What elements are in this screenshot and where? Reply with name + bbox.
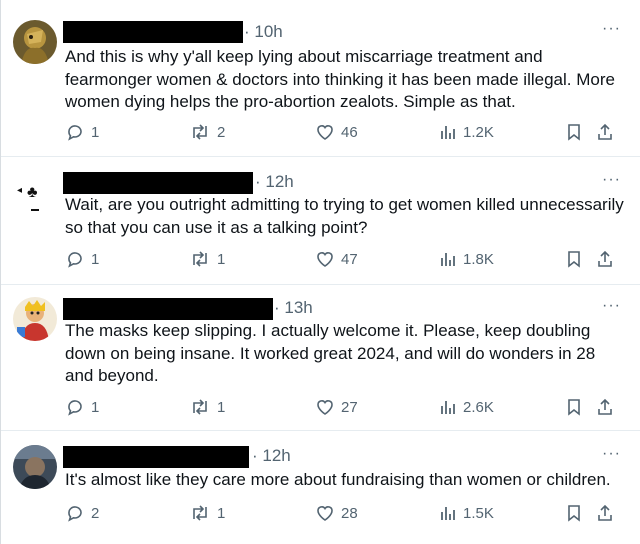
views-icon (441, 126, 455, 139)
reply-button[interactable]: 1 (65, 397, 99, 417)
reply-icon (68, 400, 82, 416)
tweet-feed: · 10h ··· And this is why y'all keep lyi… (0, 0, 640, 544)
like-button[interactable]: 47 (315, 249, 358, 269)
like-button[interactable]: 28 (315, 503, 358, 523)
reply-icon (68, 506, 82, 522)
views-button[interactable]: 1.5K (439, 503, 494, 523)
tweet-text: It's almost like they care more about fu… (65, 470, 611, 489)
tweet-timestamp[interactable]: · 13h (274, 298, 313, 318)
avatar[interactable]: ♣ ◂ (13, 171, 57, 215)
avatar[interactable] (13, 20, 57, 64)
views-count: 1.2K (463, 123, 494, 141)
heart-icon (317, 400, 333, 415)
reply-icon (68, 252, 82, 268)
reply-button[interactable]: 1 (65, 122, 99, 142)
svg-text:♣: ♣ (27, 184, 38, 201)
redacted-username (63, 298, 273, 320)
repost-button[interactable]: 1 (189, 249, 225, 269)
views-button[interactable]: 1.2K (439, 122, 494, 142)
reply-count: 1 (91, 123, 100, 141)
repost-icon (193, 124, 207, 140)
like-count: 46 (341, 123, 358, 141)
repost-icon (193, 505, 207, 521)
svg-text:◂: ◂ (17, 185, 22, 196)
bookmark-icon (568, 505, 580, 522)
views-count: 2.6K (463, 398, 494, 416)
tweet[interactable]: · 12h ··· It's almost like they care mor… (1, 431, 640, 544)
like-count: 47 (341, 250, 358, 268)
share-icon (598, 250, 612, 267)
share-icon (598, 398, 612, 415)
repost-count: 2 (217, 123, 226, 141)
views-button[interactable]: 1.8K (439, 249, 494, 269)
tweet-timestamp[interactable]: · 10h (244, 22, 283, 42)
tweet-text: Wait, are you outright admitting to tryi… (65, 195, 624, 237)
like-count: 27 (341, 398, 358, 416)
tweet-text: And this is why y'all keep lying about m… (65, 47, 615, 111)
share-button[interactable] (595, 503, 615, 523)
tweet[interactable]: ♣ ◂ · 12h ··· Wait, are you outright adm… (1, 157, 640, 285)
tweet-actions: 2 1 28 1.5K (65, 503, 627, 525)
bookmark-icon (568, 251, 580, 268)
more-options-icon[interactable]: ··· (602, 171, 621, 189)
share-icon (598, 504, 612, 521)
repost-count: 1 (217, 250, 226, 268)
reply-count: 1 (91, 250, 100, 268)
repost-count: 1 (217, 398, 226, 416)
bookmark-button[interactable] (565, 503, 583, 523)
views-count: 1.5K (463, 504, 494, 522)
tweet[interactable]: · 13h ··· The masks keep slipping. I act… (1, 285, 640, 431)
reply-count: 2 (91, 504, 100, 522)
share-button[interactable] (595, 397, 615, 417)
repost-button[interactable]: 1 (189, 397, 225, 417)
like-button[interactable]: 27 (315, 397, 358, 417)
heart-icon (317, 125, 333, 140)
reply-button[interactable]: 1 (65, 249, 99, 269)
share-icon (598, 123, 612, 140)
views-count: 1.8K (463, 250, 494, 268)
bookmark-icon (568, 124, 580, 141)
tweet-timestamp[interactable]: · 12h (255, 172, 294, 192)
heart-icon (317, 506, 333, 521)
tweet-text: The masks keep slipping. I actually welc… (65, 321, 596, 385)
reply-button[interactable]: 2 (65, 503, 99, 523)
tweet[interactable]: · 10h ··· And this is why y'all keep lyi… (1, 0, 640, 157)
reply-icon (68, 125, 82, 141)
more-options-icon[interactable]: ··· (602, 20, 621, 38)
views-icon (441, 401, 455, 414)
share-button[interactable] (595, 122, 615, 142)
tweet-timestamp[interactable]: · 12h (252, 446, 291, 466)
bookmark-button[interactable] (565, 122, 583, 142)
avatar[interactable] (13, 297, 57, 341)
reply-count: 1 (91, 398, 100, 416)
like-button[interactable]: 46 (315, 122, 358, 142)
heart-icon (317, 252, 333, 267)
bookmark-icon (568, 399, 580, 416)
redacted-username (63, 446, 249, 468)
tweet-actions: 1 1 47 1.8K (65, 249, 627, 271)
repost-icon (193, 399, 207, 415)
repost-icon (193, 251, 207, 267)
views-icon (441, 507, 455, 520)
repost-button[interactable]: 1 (189, 503, 225, 523)
views-button[interactable]: 2.6K (439, 397, 494, 417)
tweet-actions: 1 2 46 1.2K (65, 122, 627, 144)
share-button[interactable] (595, 249, 615, 269)
redacted-username (63, 172, 253, 194)
bookmark-button[interactable] (565, 249, 583, 269)
repost-button[interactable]: 2 (189, 122, 225, 142)
redacted-username (63, 21, 243, 43)
views-icon (441, 253, 455, 266)
bookmark-button[interactable] (565, 397, 583, 417)
more-options-icon[interactable]: ··· (602, 297, 621, 315)
more-options-icon[interactable]: ··· (602, 445, 621, 463)
repost-count: 1 (217, 504, 226, 522)
tweet-actions: 1 1 27 2.6K (65, 397, 627, 419)
avatar[interactable] (13, 445, 57, 489)
like-count: 28 (341, 504, 358, 522)
